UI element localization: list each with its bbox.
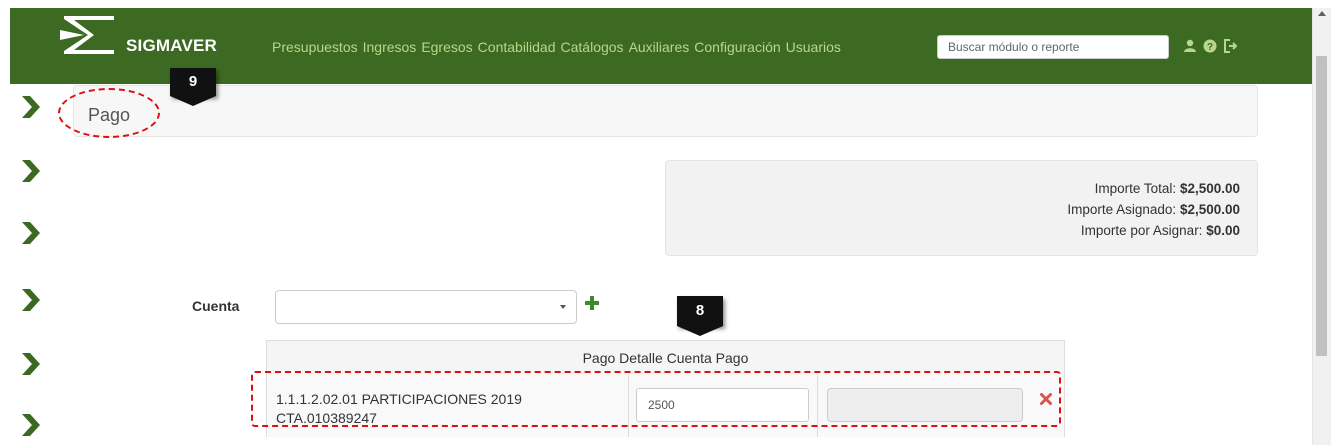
annotation-badge-8: 8 — [677, 296, 723, 336]
window-top-edge — [0, 0, 1332, 8]
chevron-right-icon[interactable] — [20, 287, 42, 313]
assigned-amount-label: Importe Asignado: — [1067, 202, 1177, 217]
annotation-highlight-rectangle — [251, 371, 1061, 427]
module-search-input[interactable] — [937, 35, 1169, 59]
amount-summary-panel: Importe Total: $2,500.00 Importe Asignad… — [665, 160, 1258, 256]
chevron-right-icon[interactable] — [20, 412, 42, 438]
cuenta-select[interactable] — [275, 290, 577, 324]
chevron-right-icon[interactable] — [20, 351, 42, 377]
menu-item-contabilidad[interactable]: Contabilidad — [478, 39, 556, 55]
caret-down-icon[interactable] — [560, 305, 566, 309]
brand-name[interactable]: SIGMAVER — [126, 36, 217, 56]
annotation-badge-9: 9 — [170, 68, 216, 106]
pending-amount-line: Importe por Asignar: $0.00 — [1081, 223, 1240, 238]
assigned-amount-value: $2,500.00 — [1179, 202, 1240, 217]
page-scrollbar[interactable] — [1312, 8, 1331, 445]
pending-amount-label: Importe por Asignar: — [1080, 223, 1203, 238]
menu-item-configuracion[interactable]: Configuración — [694, 39, 780, 55]
menu-item-auxiliares[interactable]: Auxiliares — [629, 39, 690, 55]
total-amount-label: Importe Total: — [1094, 181, 1177, 196]
logout-icon[interactable] — [1223, 39, 1239, 53]
add-cuenta-icon[interactable] — [585, 296, 599, 310]
scroll-up-arrow-icon[interactable] — [1318, 11, 1326, 16]
menu-item-ingresos[interactable]: Ingresos — [363, 39, 417, 55]
sigmaver-logo-icon[interactable] — [60, 14, 118, 56]
scrollbar-thumb[interactable] — [1316, 56, 1327, 356]
help-icon[interactable]: ? — [1203, 39, 1217, 53]
menu-item-usuarios[interactable]: Usuarios — [786, 39, 841, 55]
assigned-amount-line: Importe Asignado: $2,500.00 — [1067, 202, 1240, 217]
svg-text:?: ? — [1207, 42, 1213, 53]
chevron-right-icon[interactable] — [20, 158, 42, 184]
cuenta-label: Cuenta — [192, 298, 240, 314]
chevron-right-icon[interactable] — [20, 220, 42, 246]
total-amount-line: Importe Total: $2,500.00 — [1095, 181, 1240, 196]
menu-item-egresos[interactable]: Egresos — [421, 39, 472, 55]
main-menu: Presupuestos Ingresos Egresos Contabilid… — [272, 39, 846, 55]
menu-item-presupuestos[interactable]: Presupuestos — [272, 39, 358, 55]
total-amount-value: $2,500.00 — [1179, 181, 1240, 196]
page-header-panel: Pago — [73, 85, 1258, 137]
pending-amount-value: $0.00 — [1206, 223, 1240, 238]
chevron-right-icon[interactable] — [20, 94, 42, 120]
navbar-icons: ? — [1183, 39, 1239, 53]
menu-item-catalogos[interactable]: Catálogos — [561, 39, 624, 55]
annotation-highlight-ellipse — [58, 88, 160, 138]
user-icon[interactable] — [1183, 39, 1197, 53]
